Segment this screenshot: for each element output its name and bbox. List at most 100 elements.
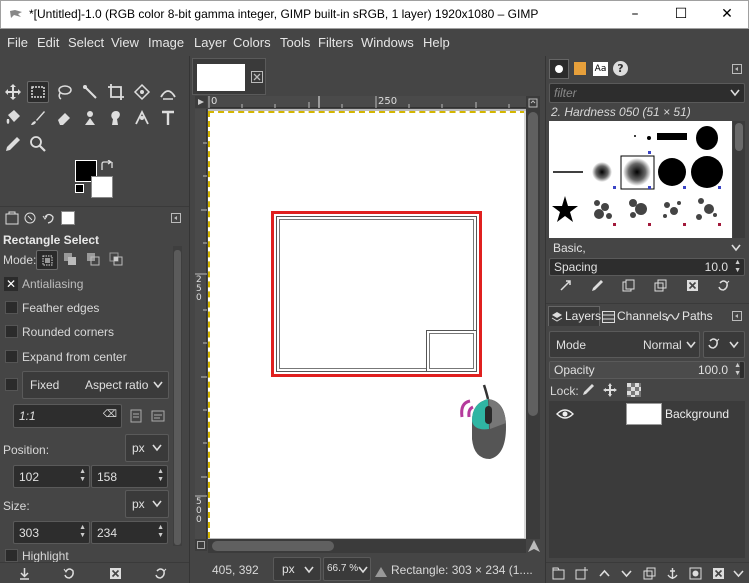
smudge-tool-icon[interactable]	[105, 107, 127, 129]
brush-filter-input[interactable]: filter	[549, 83, 745, 103]
spin-icon[interactable]: ▲ ▼	[79, 468, 86, 484]
help-tab-icon[interactable]: ?	[613, 61, 628, 76]
menu-file[interactable]: File	[7, 35, 28, 50]
menu-edit[interactable]: Edit	[37, 35, 59, 50]
layer-mask-icon[interactable]	[689, 567, 702, 580]
paths-tool-icon[interactable]	[131, 107, 153, 129]
quick-mask-icon[interactable]	[197, 98, 205, 106]
reset-options-icon[interactable]	[154, 567, 167, 580]
size-unit-select[interactable]: px	[125, 490, 169, 518]
position-x-input[interactable]: 102 ▲ ▼	[13, 465, 90, 488]
opacity-slider[interactable]: Opacity 100.0 ▲ ▼	[549, 361, 745, 379]
zoom-tool-icon[interactable]	[27, 133, 49, 155]
menu-colors[interactable]: Colors	[233, 35, 271, 50]
menu-layer[interactable]: Layer	[194, 35, 227, 50]
configure-tab-icon[interactable]	[732, 311, 742, 321]
crop-tool-icon[interactable]	[105, 81, 127, 103]
patterns-tab-icon[interactable]	[573, 61, 587, 76]
brushes-tab[interactable]	[549, 59, 569, 79]
menu-filters[interactable]: Filters	[318, 35, 353, 50]
more-options-icon[interactable]	[732, 567, 745, 580]
tool-options-tab-icon[interactable]	[5, 211, 19, 225]
eraser-tool-icon[interactable]	[53, 107, 75, 129]
delete-layer-icon[interactable]	[712, 567, 725, 580]
anchor-layer-icon[interactable]	[666, 567, 679, 580]
refresh-brushes-icon[interactable]	[717, 279, 730, 292]
swap-colors-icon[interactable]	[100, 160, 114, 172]
canvas-horizontal-scrollbar[interactable]	[208, 539, 526, 553]
undo-history-tab-icon[interactable]	[42, 211, 56, 225]
ratio-input[interactable]: 1:1 ⌫	[13, 404, 122, 428]
images-tab-icon[interactable]	[61, 211, 75, 225]
canvas-viewport[interactable]	[208, 109, 526, 539]
spin-icon[interactable]: ▲ ▼	[734, 362, 741, 378]
size-h-input[interactable]: 234 ▲ ▼	[91, 521, 168, 544]
close-button[interactable]: ✕	[704, 1, 749, 28]
brush-tag-select[interactable]: Basic,	[549, 239, 745, 259]
size-w-input[interactable]: 303 ▲ ▼	[13, 521, 90, 544]
spacing-slider[interactable]: Spacing 10.0 ▲ ▼	[549, 258, 745, 276]
paintbrush-tool-icon[interactable]	[27, 107, 49, 129]
tab-paths[interactable]: Paths	[666, 307, 716, 326]
brush-grid[interactable]	[549, 121, 732, 238]
eye-icon[interactable]	[556, 408, 574, 420]
rounded-corners-checkbox[interactable]	[5, 325, 18, 338]
bucket-fill-tool-icon[interactable]	[2, 107, 24, 129]
new-layer-group-icon[interactable]	[552, 567, 565, 580]
default-colors-icon[interactable]	[75, 184, 84, 193]
brush-grid-scrollbar[interactable]	[733, 121, 745, 238]
configure-tab-icon[interactable]	[171, 213, 181, 223]
position-y-input[interactable]: 158 ▲ ▼	[91, 465, 168, 488]
brush-tool-link-icon[interactable]	[559, 279, 572, 292]
new-brush-icon[interactable]	[622, 279, 635, 292]
delete-brush-icon[interactable]	[686, 279, 699, 292]
raise-layer-icon[interactable]	[598, 567, 611, 580]
menu-windows[interactable]: Windows	[361, 35, 414, 50]
layer-mode-select[interactable]: Mode Normal	[549, 331, 700, 358]
navigate-icon[interactable]	[528, 540, 540, 552]
layer-row[interactable]: Background	[549, 401, 745, 427]
spin-icon[interactable]: ▲ ▼	[79, 524, 86, 540]
lock-alpha-icon[interactable]	[627, 383, 641, 397]
menu-select[interactable]: Select	[68, 35, 104, 50]
delete-preset-icon[interactable]	[109, 567, 122, 580]
mode-subtract-icon[interactable]	[86, 252, 100, 266]
fixed-checkbox[interactable]	[5, 378, 18, 391]
new-layer-icon[interactable]	[575, 567, 588, 580]
edit-brush-icon[interactable]	[591, 279, 604, 292]
canvas-vertical-scrollbar[interactable]	[526, 96, 540, 539]
tool-options-scrollbar[interactable]	[173, 246, 182, 546]
warp-transform-tool-icon[interactable]	[157, 81, 179, 103]
spin-icon[interactable]: ▲ ▼	[157, 524, 164, 540]
zoom-fit-icon[interactable]	[528, 98, 538, 108]
image-tab[interactable]	[192, 58, 266, 95]
configure-tab-icon[interactable]	[732, 64, 742, 74]
mode-intersect-icon[interactable]	[109, 252, 123, 266]
clear-ratio-icon[interactable]: ⌫	[103, 409, 117, 420]
portrait-icon[interactable]	[129, 409, 143, 423]
feather-edges-checkbox[interactable]	[5, 301, 18, 314]
menu-help[interactable]: Help	[423, 35, 450, 50]
composite-mode-select[interactable]	[703, 331, 745, 358]
unified-transform-tool-icon[interactable]	[131, 81, 153, 103]
device-status-tab-icon[interactable]	[23, 211, 37, 225]
unit-select[interactable]: px	[273, 557, 321, 581]
save-tool-preset-icon[interactable]	[18, 567, 31, 580]
maximize-button[interactable]: ☐	[658, 1, 704, 28]
color-picker-tool-icon[interactable]	[2, 133, 24, 155]
lasso-tool-icon[interactable]	[53, 81, 75, 103]
tab-channels[interactable]: Channels	[602, 307, 668, 326]
fonts-tab-icon[interactable]: Aa	[593, 62, 608, 76]
mode-add-icon[interactable]	[63, 252, 77, 266]
landscape-icon[interactable]	[151, 409, 165, 423]
lock-pixels-icon[interactable]	[581, 383, 595, 397]
minimize-button[interactable]: –	[612, 1, 658, 28]
background-color-swatch[interactable]	[91, 176, 113, 198]
close-tab-icon[interactable]	[251, 71, 263, 83]
duplicate-brush-icon[interactable]	[654, 279, 667, 292]
zoom-select[interactable]: 66.7 %	[323, 557, 371, 581]
menu-view[interactable]: View	[111, 35, 139, 50]
antialiasing-checkbox[interactable]: ✕	[4, 277, 18, 291]
lock-position-icon[interactable]	[603, 383, 617, 397]
fixed-aspect-combo[interactable]: Fixed Aspect ratio	[22, 371, 169, 399]
